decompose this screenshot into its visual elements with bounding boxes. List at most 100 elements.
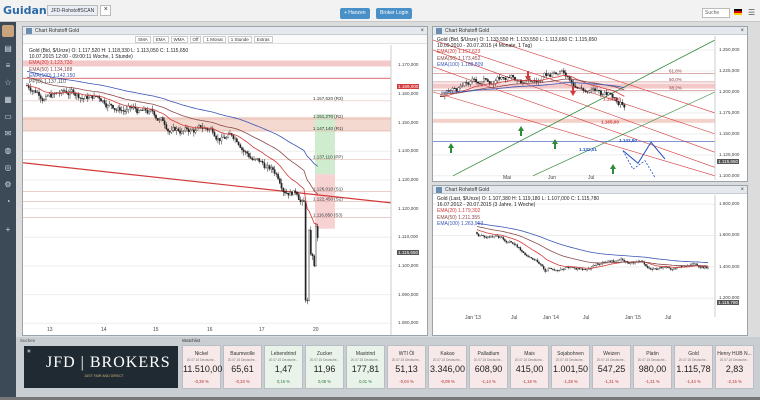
tab-jfd-rohstoffscan[interactable]: JFD-RohstoffSCAN: [47, 5, 99, 16]
close-icon[interactable]: ×: [740, 27, 744, 35]
commodity-tile[interactable]: Baumwolle 20.07.15 Deutsche... 65,61 -0,33 …: [223, 345, 262, 389]
star-icon[interactable]: ☆: [3, 78, 13, 88]
globe-icon[interactable]: ◎: [3, 163, 13, 173]
toolbar-sma[interactable]: SMA: [135, 35, 151, 43]
candle-body: [170, 130, 173, 133]
candle-body: [143, 108, 145, 111]
commodity-tile[interactable]: Nickel 20.07.15 Deutsche... 11.510,00 -0,39…: [182, 345, 222, 389]
x-tick-label: Jul: [665, 315, 672, 321]
candle-body: [292, 190, 295, 196]
avatar[interactable]: [2, 25, 14, 37]
candle-body: [704, 266, 706, 269]
toolbar-interval-select[interactable]: 1 Stunde: [227, 35, 252, 43]
candle-body: [117, 107, 120, 111]
bottom-left-label[interactable]: Suchen: [20, 338, 35, 343]
candle-body: [162, 117, 164, 121]
candle-body: [609, 92, 612, 95]
y-tick-label: 1.400,000: [719, 263, 740, 269]
candle-body: [549, 74, 552, 77]
candle-body: [108, 103, 111, 106]
commodity-tile[interactable]: Zucker 20.07.15 Deutsche... 11,96 0,08 %: [305, 345, 344, 389]
menu-icon[interactable]: ☰: [748, 8, 757, 17]
candle-body: [459, 86, 462, 88]
tile-value: 65,61: [231, 364, 254, 374]
candle-body: [296, 192, 298, 195]
toolbar-off[interactable]: Off: [189, 35, 202, 43]
candle-body: [242, 149, 245, 152]
commodity-tile[interactable]: Mais 20.07.15 Deutsche... 415,00 -1,19 %: [510, 345, 549, 389]
toolbar-extras[interactable]: Extras: [253, 35, 273, 43]
commodity-tile[interactable]: Lebendrind 20.07.15 Deutsche... 1,47 0,15 %: [264, 345, 303, 389]
commodity-tile[interactable]: Mastrind 20.07.15 Deutsche... 177,81 0,01 %: [346, 345, 385, 389]
candle-body: [265, 167, 267, 169]
broker-login-button[interactable]: Broker Login: [376, 8, 413, 19]
candle-body: [227, 134, 230, 138]
commodity-tile[interactable]: WTI Öl 20.07.15 Deutsche... 51,13 -0,04 %: [387, 345, 426, 389]
candle-body: [225, 137, 228, 139]
settings-icon[interactable]: ⚙: [3, 180, 13, 190]
message-icon[interactable]: ✉: [3, 129, 13, 139]
commodity-tile[interactable]: Gold 20.07.15 Deutsche... 1.115,78 -1,44 %: [674, 345, 713, 389]
commodity-tile[interactable]: Platin 20.07.15 Deutsche... 980,00 -1,31 %: [633, 345, 672, 389]
candle-body: [651, 269, 653, 270]
tile-name: Nickel: [194, 351, 209, 357]
candle-body: [596, 89, 598, 91]
close-icon[interactable]: ×: [740, 186, 744, 194]
candle-body: [254, 158, 257, 160]
candle-body: [51, 94, 54, 98]
commodity-tile[interactable]: Palladium 20.07.15 Deutsche... 608,90 -1,14…: [469, 345, 508, 389]
list-icon[interactable]: ≡: [3, 61, 13, 71]
bell-icon[interactable]: ◔: [3, 197, 13, 207]
candle-body: [588, 90, 591, 93]
tab-close-icon[interactable]: ×: [100, 5, 112, 16]
tile-name: Weizen: [603, 351, 620, 357]
candle-body: [53, 93, 56, 95]
candle-body: [490, 236, 492, 238]
candle-body: [618, 259, 621, 261]
candle-body: [608, 260, 610, 263]
tile-value: 415,00: [515, 364, 544, 374]
commodity-tile[interactable]: Weizen 20.07.15 Deutsche... 547,25 -1,31 %: [592, 345, 631, 389]
toolbar-ema[interactable]: EMA: [152, 35, 169, 43]
candle-body: [77, 93, 80, 98]
tr-chart-titlebar: Chart Rohstoff Gold ×: [433, 27, 747, 35]
folder-icon[interactable]: ▭: [3, 112, 13, 122]
grid-icon[interactable]: ▦: [3, 95, 13, 105]
tile-change: -0,04 %: [399, 379, 414, 384]
jfd-brokers-ad[interactable]: ▣ JFD | BROKERS JUST FAIR AND DIRECT: [24, 346, 178, 388]
candle-body: [594, 88, 597, 91]
commodity-tile[interactable]: Sojabohnen 20.07.15 Deutsche... 1.001,50 -1…: [551, 345, 590, 389]
tile-change: -0,33 %: [235, 379, 250, 384]
candle-body: [536, 259, 539, 263]
ad-info-icon: ▣: [27, 348, 31, 353]
bottom-panel: Suchen Watchlist ▣ JFD | BROKERS JUST FA…: [16, 337, 760, 400]
y-tick-label: 1.100,000: [719, 172, 740, 178]
price-mark-label: 1.132,01: [579, 147, 597, 152]
candle-body: [449, 90, 452, 92]
candle-body: [174, 127, 176, 131]
language-flag-icon[interactable]: [734, 9, 742, 15]
candle-body: [280, 183, 283, 189]
candle-body: [584, 90, 587, 92]
candle-body: [555, 270, 557, 271]
premium-button[interactable]: + Hanzen: [340, 8, 370, 19]
commodity-tile[interactable]: Kakao 20.07.15 Deutsche... 3.346,00 -0,09 %: [428, 345, 467, 389]
chart-icon[interactable]: ▤: [3, 44, 13, 54]
candle-body: [479, 235, 481, 237]
candle-body: [31, 90, 34, 92]
search-input[interactable]: Suche: [702, 8, 730, 18]
add-icon[interactable]: +: [3, 225, 13, 235]
candle-body: [113, 108, 116, 110]
commodity-tile[interactable]: Henry HUB N... 20.07.15 Deutsche... 2,83 -2…: [715, 345, 754, 389]
candle-body: [79, 97, 82, 99]
toolbar-range-select[interactable]: 1 Monat: [203, 35, 226, 43]
toolbar-wma[interactable]: WMA: [170, 35, 188, 43]
candle-body: [301, 200, 304, 202]
candle-body: [552, 268, 554, 270]
x-tick-label: 16: [207, 327, 213, 333]
candle-body: [576, 87, 579, 89]
close-icon[interactable]: ×: [420, 27, 424, 35]
candle-body: [167, 128, 169, 132]
main-chart-plot[interactable]: 1.157,620 (R3) 1.151,270 (R2) 1.147,140 (R…: [23, 45, 427, 335]
user-icon[interactable]: ◍: [3, 146, 13, 156]
